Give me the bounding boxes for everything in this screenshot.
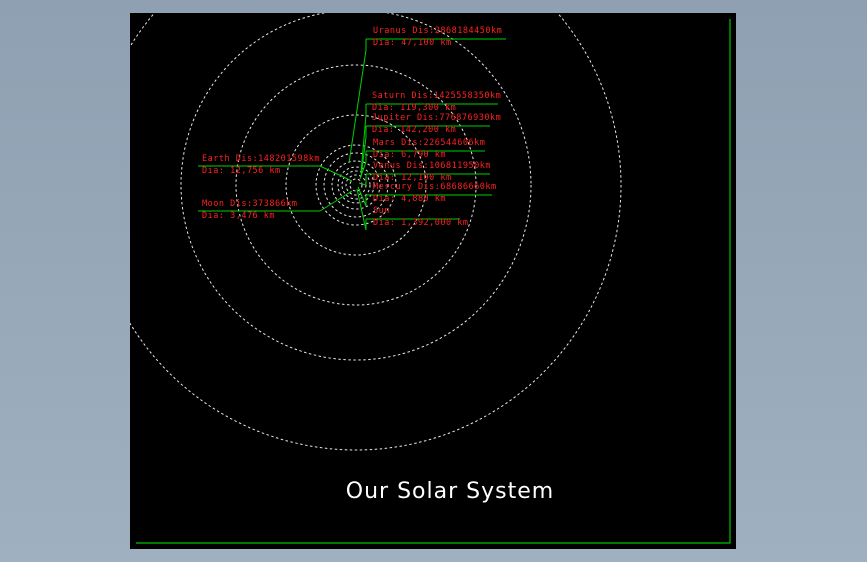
venus-distance-label: Venus Dis:106811950km	[373, 161, 491, 171]
orbit-ring	[345, 174, 367, 196]
sun-distance-label: Sun	[373, 206, 390, 216]
drawing-sheet: Uranus Dis:2868184450km Dia: 47,100 km Sat…	[130, 13, 736, 549]
diagram-title: Our Solar System	[346, 479, 554, 504]
saturn-diameter-label: Dia: 119,300 km	[372, 103, 456, 113]
orbit-rings	[130, 13, 622, 451]
orbit-ring	[130, 13, 622, 451]
solar-system-diagram: Uranus Dis:2868184450km Dia: 47,100 km Sat…	[130, 13, 731, 544]
moon-distance-label: Moon Dis:373866km	[202, 199, 298, 209]
mercury-distance-label: Mercury Dis:68686660km	[373, 182, 497, 192]
earth-diameter-label: Dia: 12,756 km	[202, 166, 281, 176]
jupiter-diameter-label: Dia: 142,200 km	[372, 125, 456, 135]
mercury-diameter-label: Dia: 4,880 km	[373, 194, 446, 204]
mars-diameter-label: Dia: 6,790 km	[373, 150, 446, 160]
moon-diameter-label: Dia: 3,476 km	[202, 211, 275, 221]
uranus-distance-label: Uranus Dis:2868184450km	[373, 26, 502, 36]
uranus-diameter-label: Dia: 47,100 km	[373, 38, 452, 48]
earth-distance-label: Earth Dis:148201598km	[202, 154, 320, 164]
planet-labels: Uranus Dis:2868184450km Dia: 47,100 km Sat…	[202, 26, 502, 228]
jupiter-distance-label: Jupiter Dis:776876930km	[372, 113, 501, 123]
sun-diameter-label: Dia: 1,392,000 km	[373, 218, 469, 228]
saturn-distance-label: Saturn Dis:1425558350km	[372, 91, 501, 101]
venus-leader-line	[358, 182, 367, 186]
mars-distance-label: Mars Dis:226544606km	[373, 138, 485, 148]
orbit-ring	[337, 166, 375, 204]
